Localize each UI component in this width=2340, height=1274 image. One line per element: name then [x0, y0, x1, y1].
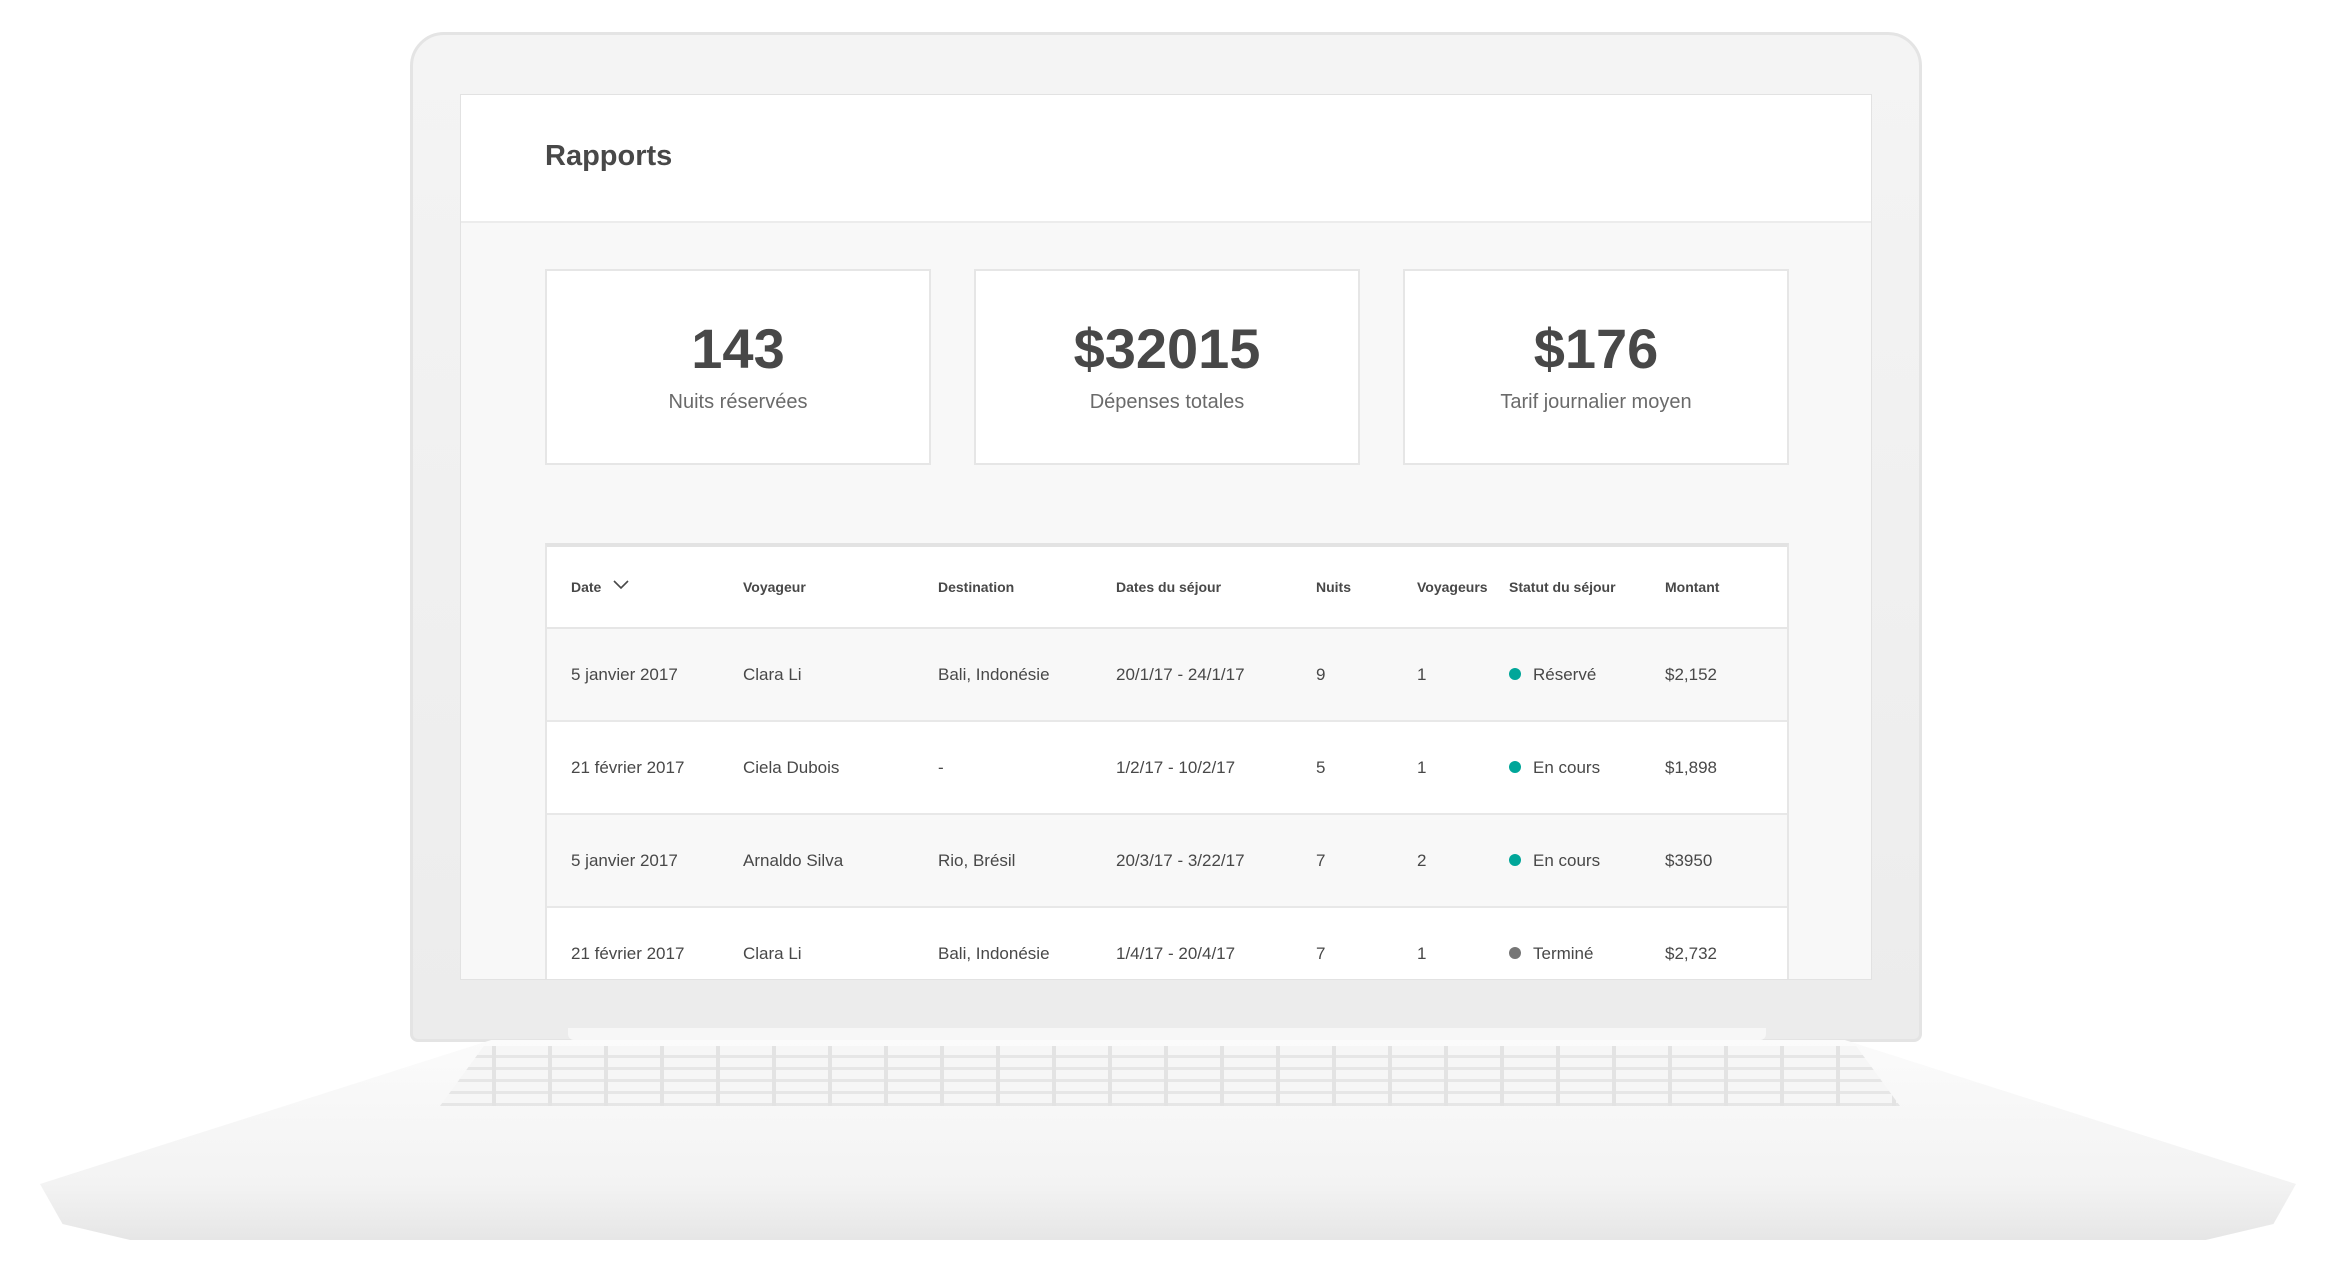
- column-header-destination[interactable]: Destination: [938, 579, 1014, 595]
- cell-voyageurs: 1: [1417, 758, 1427, 777]
- table-row[interactable]: 21 février 2017 Clara Li Bali, Indonésie…: [547, 908, 1787, 979]
- cell-destination: Rio, Brésil: [938, 851, 1016, 870]
- cell-dates: 20/1/17 - 24/1/17: [1116, 665, 1245, 684]
- cell-statut: Terminé: [1533, 944, 1594, 963]
- column-header-dates[interactable]: Dates du séjour: [1116, 579, 1221, 595]
- page-title: Rapports: [545, 140, 673, 172]
- column-header-montant[interactable]: Montant: [1665, 579, 1719, 595]
- cell-voyageur: Clara Li: [743, 944, 802, 963]
- cell-date: 5 janvier 2017: [571, 851, 678, 870]
- cell-dates: 1/4/17 - 20/4/17: [1116, 944, 1236, 963]
- stat-card-avg-rate: $176 Tarif journalier moyen: [1403, 269, 1789, 465]
- cell-destination: Bali, Indonésie: [938, 944, 1050, 963]
- table-row[interactable]: 5 janvier 2017 Clara Li Bali, Indonésie …: [547, 629, 1787, 722]
- column-header-date[interactable]: Date: [571, 579, 601, 595]
- reports-table: Date Voyageur Destination Dates du séjou…: [545, 543, 1789, 979]
- cell-nuits: 7: [1316, 944, 1326, 963]
- cell-dates: 20/3/17 - 3/22/17: [1116, 851, 1245, 870]
- cell-voyageurs: 1: [1417, 944, 1427, 963]
- cell-dates: 1/2/17 - 10/2/17: [1116, 758, 1236, 777]
- cell-montant: $2,152: [1665, 665, 1717, 684]
- cell-voyageur: Ciela Dubois: [743, 758, 840, 777]
- column-header-statut[interactable]: Statut du séjour: [1509, 579, 1616, 595]
- table-row[interactable]: 21 février 2017 Ciela Dubois - 1/2/17 - …: [547, 722, 1787, 815]
- stat-label: Tarif journalier moyen: [1500, 391, 1692, 413]
- cell-statut: Réservé: [1533, 665, 1597, 684]
- laptop-hinge: [568, 1028, 1766, 1040]
- cell-date: 5 janvier 2017: [571, 665, 678, 684]
- cell-statut: En cours: [1533, 758, 1601, 777]
- table-row[interactable]: 5 janvier 2017 Arnaldo Silva Rio, Brésil…: [547, 815, 1787, 908]
- cell-date: 21 février 2017: [571, 758, 685, 777]
- stat-value: 143: [691, 317, 785, 380]
- status-dot-icon: [1509, 854, 1521, 866]
- status-dot-icon: [1509, 947, 1521, 959]
- cell-destination: -: [938, 758, 944, 777]
- status-dot-icon: [1509, 761, 1521, 773]
- stat-label: Dépenses totales: [1089, 391, 1245, 413]
- cell-nuits: 7: [1316, 851, 1326, 870]
- cell-statut: En cours: [1533, 851, 1601, 870]
- cell-destination: Bali, Indonésie: [938, 665, 1050, 684]
- stat-value: $176: [1533, 317, 1659, 380]
- column-header-voyageur[interactable]: Voyageur: [743, 579, 806, 595]
- cell-date: 21 février 2017: [571, 944, 685, 963]
- cell-voyageurs: 2: [1417, 851, 1427, 870]
- status-dot-icon: [1509, 668, 1521, 680]
- cell-nuits: 9: [1316, 665, 1326, 684]
- stat-card-nights: 143 Nuits réservées: [545, 269, 931, 465]
- app-screen: Rapports 143 Nuits réservées $32015 Dépe…: [460, 94, 1872, 980]
- laptop-keyboard: [440, 1046, 1900, 1106]
- column-header-voyageurs[interactable]: Voyageurs: [1417, 579, 1488, 595]
- stat-card-spend: $32015 Dépenses totales: [974, 269, 1360, 465]
- column-header-nuits[interactable]: Nuits: [1316, 579, 1351, 595]
- cell-voyageur: Arnaldo Silva: [743, 851, 844, 870]
- table-header: Date Voyageur Destination Dates du séjou…: [547, 547, 1787, 629]
- cell-voyageurs: 1: [1417, 665, 1427, 684]
- cell-montant: $3950: [1665, 851, 1713, 870]
- stat-value: $32015: [1073, 317, 1261, 380]
- stat-label: Nuits réservées: [668, 391, 808, 413]
- chevron-down-icon[interactable]: [613, 580, 629, 590]
- cell-montant: $2,732: [1665, 944, 1717, 963]
- page-header: Rapports: [461, 95, 1871, 223]
- cell-montant: $1,898: [1665, 758, 1717, 777]
- cell-voyageur: Clara Li: [743, 665, 802, 684]
- cell-nuits: 5: [1316, 758, 1326, 777]
